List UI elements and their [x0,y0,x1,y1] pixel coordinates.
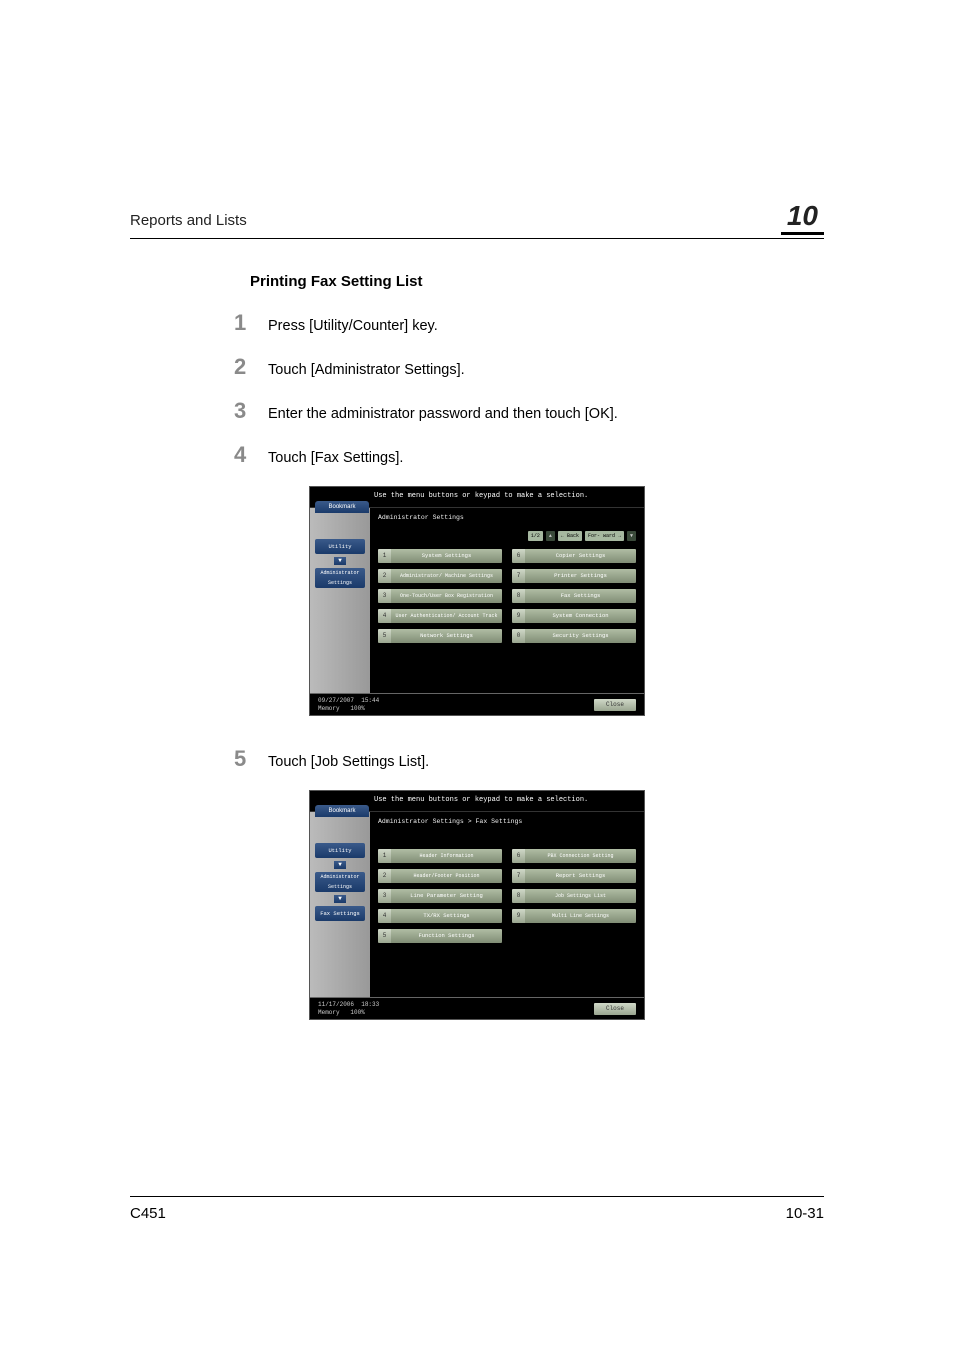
step-3: 3 Enter the administrator password and t… [234,398,824,424]
back-button[interactable]: ← Back [558,531,582,541]
footer-page-number: 10-31 [786,1205,824,1222]
screenshot-fax-settings: Bookmark Use the menu buttons or keypad … [309,790,645,1020]
step-text: Press [Utility/Counter] key. [268,315,438,334]
menu-network-settings[interactable]: 5Network Settings [378,629,502,643]
nav-down-icon[interactable]: ▼ [627,531,636,541]
bookmark-tab[interactable]: Bookmark [315,805,369,817]
menu-printer-settings[interactable]: 7Printer Settings [512,569,636,583]
step-4: 4 Touch [Fax Settings]. [234,442,824,468]
step-number: 5 [234,746,268,772]
bookmark-tab[interactable]: Bookmark [315,501,369,513]
menu-report-settings[interactable]: 7Report Settings [512,869,636,883]
step-1: 1 Press [Utility/Counter] key. [234,310,824,336]
menu-line-parameter[interactable]: 3Line Parameter Setting [378,889,502,903]
sidebar-admin-button[interactable]: Administrator Settings [315,568,365,588]
footer-status: 09/27/2007 15:44 Memory 100% [318,697,379,713]
chapter-number: 10 [781,200,824,235]
chevron-down-icon: ▼ [334,861,346,869]
screenshot-admin-settings: Bookmark Use the menu buttons or keypad … [309,486,645,716]
page-indicator: 1/2 [528,531,543,541]
step-5: 5 Touch [Job Settings List]. [234,746,824,772]
sidebar-fax-button[interactable]: Fax Settings [315,906,365,921]
menu-pbx-connection[interactable]: 6PBX Connection Setting [512,849,636,863]
breadcrumb: Administrator Settings > Fax Settings [378,818,636,825]
forward-button[interactable]: For- ward → [585,531,624,541]
step-number: 4 [234,442,268,468]
menu-multi-line[interactable]: 9Multi Line Settings [512,909,636,923]
footer-status: 11/17/2006 18:33 Memory 100% [318,1001,379,1017]
menu-job-settings-list[interactable]: 8Job Settings List [512,889,636,903]
menu-system-settings[interactable]: 1System Settings [378,549,502,563]
step-2: 2 Touch [Administrator Settings]. [234,354,824,380]
step-number: 1 [234,310,268,336]
chevron-down-icon: ▼ [334,895,346,903]
sidebar-admin-button[interactable]: Administrator Settings [315,872,365,892]
sidebar-utility-button[interactable]: Utility [315,539,365,554]
menu-function-settings[interactable]: 5Function Settings [378,929,502,943]
header-section-title: Reports and Lists [130,212,247,229]
step-text: Touch [Administrator Settings]. [268,359,465,378]
menu-onetouch-reg[interactable]: 3One-Touch/User Box Registration [378,589,502,603]
instruction-text: Use the menu buttons or keypad to make a… [370,487,644,507]
menu-copier-settings[interactable]: 6Copier Settings [512,549,636,563]
step-text: Touch [Job Settings List]. [268,751,429,770]
instruction-text: Use the menu buttons or keypad to make a… [370,791,644,811]
menu-security-settings[interactable]: 0Security Settings [512,629,636,643]
nav-up-icon[interactable]: ▲ [546,531,555,541]
section-heading: Printing Fax Setting List [250,273,824,290]
menu-header-footer-pos[interactable]: 2Header/Footer Position [378,869,502,883]
menu-user-auth[interactable]: 4User Authentication/ Account Track [378,609,502,623]
menu-header-info[interactable]: 1Header Information [378,849,502,863]
menu-system-connection[interactable]: 9System Connection [512,609,636,623]
close-button[interactable]: Close [594,1003,636,1015]
breadcrumb: Administrator Settings [378,514,636,521]
footer-model: C451 [130,1205,166,1222]
step-number: 2 [234,354,268,380]
menu-admin-machine[interactable]: 2Administrator/ Machine Settings [378,569,502,583]
step-text: Enter the administrator password and the… [268,403,618,422]
menu-txrx-settings[interactable]: 4TX/RX Settings [378,909,502,923]
step-text: Touch [Fax Settings]. [268,447,403,466]
sidebar-utility-button[interactable]: Utility [315,843,365,858]
step-number: 3 [234,398,268,424]
chevron-down-icon: ▼ [334,557,346,565]
close-button[interactable]: Close [594,699,636,711]
menu-fax-settings[interactable]: 8Fax Settings [512,589,636,603]
